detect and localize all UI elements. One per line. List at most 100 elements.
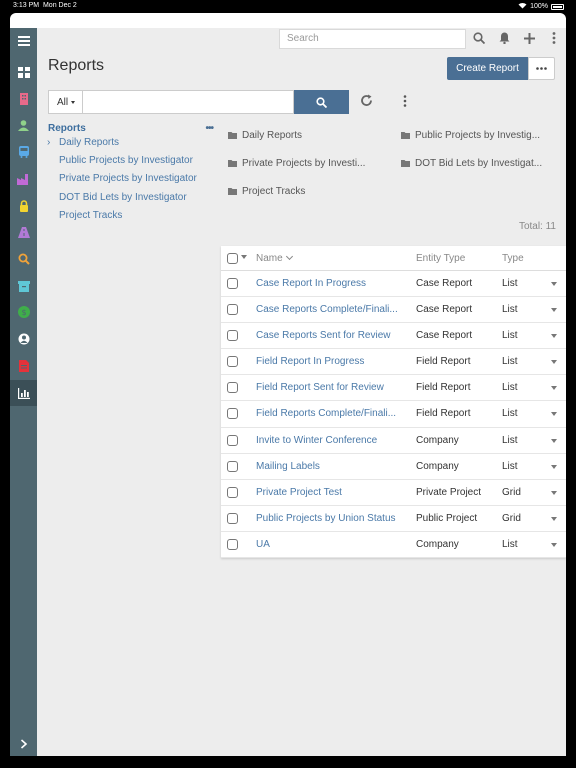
table-row[interactable]: Field Report Sent for Review Field Report… — [221, 375, 566, 402]
row-checkbox[interactable] — [227, 538, 238, 550]
report-name-link[interactable]: Field Report Sent for Review — [256, 382, 406, 393]
chevron-right-icon[interactable]: › — [47, 137, 50, 148]
row-checkbox[interactable] — [227, 460, 238, 472]
user-circle-icon[interactable] — [10, 326, 37, 352]
folder-item[interactable]: Daily Reports — [228, 130, 302, 141]
row-menu-caret-icon[interactable] — [551, 464, 557, 469]
chevron-down-icon — [71, 100, 76, 104]
table-row[interactable]: Field Report In Progress Field Report List — [221, 349, 566, 376]
report-name-link[interactable]: Private Project Test — [256, 487, 406, 498]
tree-item-dot-bid-lets[interactable]: DOT Bid Lets by Investigator — [48, 192, 213, 210]
row-checkbox[interactable] — [227, 356, 238, 368]
row-menu-caret-icon[interactable] — [551, 490, 557, 495]
row-menu-caret-icon[interactable] — [551, 308, 557, 313]
table-row[interactable]: Invite to Winter Conference Company List — [221, 428, 566, 454]
table-row[interactable]: UA Company List — [221, 532, 566, 559]
reports-table: Name Entity Type Type Case Report In Pro… — [221, 246, 566, 559]
factory-icon[interactable] — [10, 166, 37, 192]
row-checkbox[interactable] — [227, 512, 238, 524]
column-header-entity-type[interactable]: Entity Type — [416, 253, 465, 264]
tree-item-public-projects[interactable]: Public Projects by Investigator — [48, 155, 213, 173]
row-checkbox[interactable] — [227, 408, 238, 420]
more-vertical-icon[interactable] — [547, 31, 561, 45]
row-menu-caret-icon[interactable] — [551, 360, 557, 365]
row-menu-caret-icon[interactable] — [551, 542, 557, 547]
lock-icon[interactable] — [10, 193, 37, 219]
reports-chart-icon[interactable] — [10, 380, 37, 406]
report-name-link[interactable]: Mailing Labels — [256, 461, 406, 472]
menu-icon[interactable] — [10, 28, 37, 54]
app-window: $ Search Reports Create Report All Repor… — [10, 28, 566, 756]
bell-icon[interactable] — [497, 31, 511, 45]
report-name-link[interactable]: Case Report In Progress — [256, 278, 406, 289]
folder-item[interactable]: Public Projects by Investig... — [401, 130, 540, 141]
search-icon[interactable] — [10, 246, 37, 272]
report-name-link[interactable]: Invite to Winter Conference — [256, 435, 406, 446]
tree-item-project-tracks[interactable]: Project Tracks — [48, 210, 213, 228]
row-checkbox[interactable] — [227, 278, 238, 289]
scope-select[interactable]: All — [48, 90, 83, 114]
row-menu-caret-icon[interactable] — [551, 282, 557, 286]
table-row[interactable]: Case Reports Sent for Review Case Report L… — [221, 323, 566, 350]
table-row[interactable]: Private Project Test Private Project Grid — [221, 480, 566, 506]
row-menu-caret-icon[interactable] — [551, 386, 557, 391]
dollar-icon[interactable]: $ — [10, 299, 37, 325]
add-icon[interactable] — [522, 31, 536, 45]
row-checkbox[interactable] — [227, 486, 238, 498]
document-icon[interactable] — [10, 353, 37, 379]
table-row[interactable]: Case Reports Complete/Finali... Case Repo… — [221, 297, 566, 324]
table-row[interactable]: Field Reports Complete/Finali... Field Re… — [221, 401, 566, 428]
folder-item[interactable]: Private Projects by Investi... — [228, 158, 365, 169]
more-vertical-icon[interactable] — [403, 94, 407, 112]
building-icon[interactable] — [10, 86, 37, 112]
report-name-link[interactable]: Public Projects by Union Status — [256, 513, 406, 524]
report-filter-input[interactable] — [82, 90, 294, 114]
report-name-link[interactable]: Field Reports Complete/Finali... — [256, 408, 406, 419]
report-name-link[interactable]: Field Report In Progress — [256, 356, 406, 367]
table-row[interactable]: Public Projects by Union Status Public Pr… — [221, 506, 566, 532]
row-checkbox[interactable] — [227, 304, 238, 316]
tree-more-icon[interactable]: ••• — [205, 123, 213, 134]
page-title: Reports — [48, 57, 105, 74]
refresh-icon[interactable] — [360, 94, 373, 112]
global-search-input[interactable]: Search — [279, 29, 466, 49]
more-actions-button[interactable] — [528, 57, 555, 80]
tree-item-private-projects[interactable]: Private Projects by Investigator — [48, 173, 213, 191]
column-header-name[interactable]: Name — [256, 253, 406, 264]
folder-icon — [228, 188, 237, 195]
expand-chevron-icon[interactable] — [10, 731, 37, 756]
type-cell: List — [502, 382, 518, 394]
dashboard-icon[interactable] — [10, 59, 37, 85]
report-name-link[interactable]: Case Reports Sent for Review — [256, 330, 406, 341]
create-report-button[interactable]: Create Report — [447, 57, 528, 80]
row-checkbox[interactable] — [227, 434, 238, 446]
row-checkbox[interactable] — [227, 330, 238, 342]
folder-label: Project Tracks — [242, 186, 306, 197]
row-checkbox[interactable] — [227, 382, 238, 394]
report-name-link[interactable]: Case Reports Complete/Finali... — [256, 304, 406, 315]
search-icon[interactable] — [472, 31, 486, 45]
table-header: Name Entity Type Type — [221, 246, 566, 271]
select-menu-caret-icon[interactable] — [241, 255, 247, 259]
folder-icon — [228, 132, 237, 139]
column-header-type[interactable]: Type — [502, 253, 524, 264]
table-row[interactable]: Case Report In Progress Case Report List — [221, 271, 566, 298]
folder-item[interactable]: Project Tracks — [228, 186, 305, 197]
person-icon[interactable] — [10, 112, 37, 138]
bus-icon[interactable] — [10, 139, 37, 165]
row-menu-caret-icon[interactable] — [551, 438, 557, 443]
row-menu-caret-icon[interactable] — [551, 412, 557, 417]
road-icon[interactable] — [10, 219, 37, 245]
row-menu-caret-icon[interactable] — [551, 516, 557, 521]
tree-root-reports[interactable]: Reports — [48, 123, 213, 137]
report-name-link[interactable]: UA — [256, 539, 406, 550]
type-cell: List — [502, 330, 518, 342]
entity-type-cell: Private Project — [416, 486, 482, 498]
filter-search-button[interactable] — [294, 90, 349, 114]
table-row[interactable]: Mailing Labels Company List — [221, 454, 566, 480]
select-all-checkbox[interactable] — [227, 253, 238, 264]
folder-item[interactable]: DOT Bid Lets by Investigat... — [401, 158, 542, 169]
archive-icon[interactable] — [10, 273, 37, 299]
tree-item-daily-reports[interactable]: › Daily Reports — [47, 137, 213, 155]
row-menu-caret-icon[interactable] — [551, 334, 557, 339]
